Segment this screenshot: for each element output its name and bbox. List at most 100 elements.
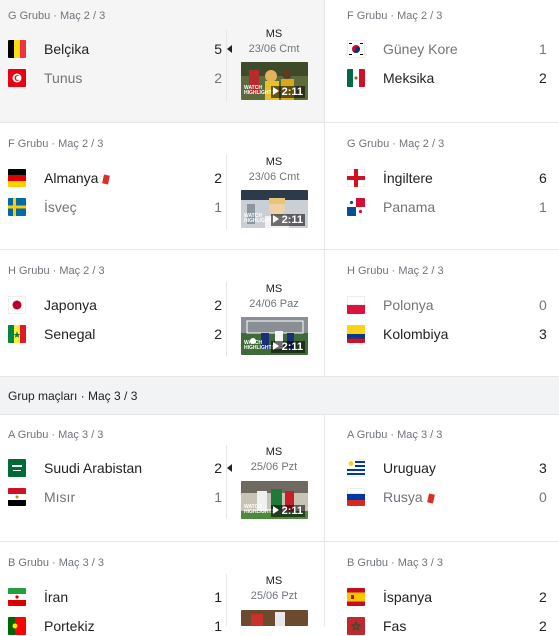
watch-highlights-label: WATCH HIGHLIGHTS (244, 213, 275, 224)
group-label: H Grubu · Maç 2 / 3 (347, 265, 444, 277)
divider (226, 282, 227, 356)
team-row: Uruguay 3 (347, 458, 559, 478)
match-row-4: A Grubu · Maç 3 / 3 Suudi Arabistan 2 Mı… (0, 415, 559, 542)
video-duration: 2:11 (270, 341, 305, 353)
uruguay-flag-icon (347, 459, 365, 477)
team-row: Japonya 2 (8, 295, 222, 315)
divider (226, 30, 227, 102)
team-name: İngiltere (383, 170, 433, 186)
section-header: Grup maçları · Maç 3 / 3 (0, 377, 559, 415)
group-label: A Grubu · Maç 3 / 3 (8, 429, 104, 441)
team-name: Güney Kore (383, 41, 458, 57)
group-label: H Grubu · Maç 2 / 3 (8, 265, 105, 277)
team-name: Almanya (44, 170, 111, 186)
match-card-saudi-egypt[interactable]: A Grubu · Maç 3 / 3 Suudi Arabistan 2 Mı… (0, 415, 324, 541)
team-row: İsveç 1 (8, 197, 222, 217)
spain-flag-icon (347, 588, 365, 606)
match-date: 23/06 Cmt (248, 171, 300, 183)
video-duration: 2:11 (270, 505, 305, 517)
team-row: İran 1 (8, 587, 222, 607)
play-icon (272, 506, 279, 514)
match-card-japan-senegal[interactable]: H Grubu · Maç 2 / 3 Japonya 2 Senegal 2 … (0, 250, 324, 376)
team-row: Mısır 1 (8, 487, 222, 507)
highlights-video-thumbnail[interactable] (241, 610, 308, 626)
play-icon (272, 215, 279, 223)
team-row: İngiltere 6 (347, 168, 559, 188)
match-date: 24/06 Paz (249, 298, 299, 310)
video-duration: 2:11 (270, 214, 305, 226)
egypt-flag-icon (8, 488, 26, 506)
group-label: F Grubu · Maç 2 / 3 (8, 138, 104, 150)
team-row: Tunus 2 (8, 68, 222, 88)
match-card-poland-colombia[interactable]: H Grubu · Maç 2 / 3 Polonya 0 Kolombiya … (325, 250, 559, 376)
match-card-korea-mexico[interactable]: F Grubu · Maç 2 / 3 Güney Kore 1 Meksika… (325, 0, 559, 122)
south-korea-flag-icon (347, 40, 365, 58)
team-row: Kolombiya 3 (347, 324, 559, 344)
team-row: Fas 2 (347, 616, 559, 636)
watch-highlights-label: WATCH HIGHLIGHTS (244, 504, 275, 515)
team-score: 1 (214, 489, 222, 505)
highlights-video-thumbnail[interactable]: WATCH HIGHLIGHTS 2:11 (241, 481, 308, 519)
team-name: Fas (383, 618, 407, 634)
highlights-video-thumbnail[interactable]: WATCH HIGHLIGHTS 2:11 (241, 317, 308, 355)
team-score: 1 (539, 41, 547, 57)
russia-flag-icon (347, 488, 365, 506)
match-card-belgium-tunisia[interactable]: G Grubu · Maç 2 / 3 Belçika 5 Tunus 2 MS… (0, 0, 324, 122)
team-row: Senegal 2 (8, 324, 222, 344)
team-score: 3 (539, 326, 547, 342)
team-row: Polonya 0 (347, 295, 559, 315)
poland-flag-icon (347, 296, 365, 314)
play-icon (272, 87, 279, 95)
team-name: Polonya (383, 297, 434, 313)
group-label: A Grubu · Maç 3 / 3 (347, 429, 443, 441)
match-date: 25/06 Pzt (250, 461, 298, 473)
match-date: 23/06 Cmt (248, 43, 300, 55)
team-score: 0 (539, 489, 547, 505)
red-card-icon (426, 493, 435, 504)
match-card-spain-morocco[interactable]: B Grubu · Maç 3 / 3 İspanya 2 Fas 2 (325, 542, 559, 635)
team-score: 1 (214, 199, 222, 215)
sweden-flag-icon (8, 198, 26, 216)
match-row-3: H Grubu · Maç 2 / 3 Japonya 2 Senegal 2 … (0, 250, 559, 377)
match-date: 25/06 Pzt (250, 590, 298, 602)
group-label: F Grubu · Maç 2 / 3 (347, 10, 443, 22)
team-row: Almanya 2 (8, 168, 222, 188)
match-card-uruguay-russia[interactable]: A Grubu · Maç 3 / 3 Uruguay 3 Rusya 0 (325, 415, 559, 541)
match-card-england-panama[interactable]: G Grubu · Maç 2 / 3 İngiltere 6 Panama 1 (325, 123, 559, 249)
highlights-video-thumbnail[interactable]: WATCH HIGHLIGHTS 2:11 (241, 190, 308, 228)
team-score: 2 (214, 297, 222, 313)
team-score: 2 (214, 70, 222, 86)
team-name: İspanya (383, 589, 433, 605)
morocco-flag-icon (347, 617, 365, 635)
match-card-iran-portugal[interactable]: B Grubu · Maç 3 / 3 İran 1 Portekiz 1 MS… (0, 542, 324, 635)
team-score: 6 (539, 170, 547, 186)
match-status: MS (265, 575, 283, 587)
team-row: Güney Kore 1 (347, 39, 559, 59)
team-name: Panama (383, 199, 436, 215)
panama-flag-icon (347, 198, 365, 216)
match-status: MS (265, 156, 283, 168)
group-label: B Grubu · Maç 3 / 3 (347, 557, 443, 569)
red-card-icon (102, 174, 111, 185)
team-name: Portekiz (44, 618, 95, 634)
video-frame-image (241, 610, 308, 626)
team-row: Meksika 2 (347, 68, 559, 88)
video-duration: 2:11 (270, 86, 305, 98)
team-score: 2 (214, 326, 222, 342)
team-score: 1 (214, 589, 222, 605)
divider (226, 155, 227, 229)
duration-text: 2:11 (281, 214, 303, 226)
saudi-arabia-flag-icon (8, 459, 26, 477)
senegal-flag-icon (8, 325, 26, 343)
highlights-video-thumbnail[interactable]: WATCH HIGHLIGHTS 2:11 (241, 62, 308, 100)
belgium-flag-icon (8, 40, 26, 58)
team-name-text: Almanya (44, 170, 99, 186)
england-flag-icon (347, 169, 365, 187)
divider (226, 574, 227, 626)
match-row-5: B Grubu · Maç 3 / 3 İran 1 Portekiz 1 MS… (0, 542, 559, 635)
match-card-germany-sweden[interactable]: F Grubu · Maç 2 / 3 Almanya 2 İsveç 1 MS… (0, 123, 324, 249)
team-score: 3 (539, 460, 547, 476)
team-row: Panama 1 (347, 197, 559, 217)
team-row: Rusya 0 (347, 487, 559, 507)
group-label: G Grubu · Maç 2 / 3 (8, 10, 106, 22)
